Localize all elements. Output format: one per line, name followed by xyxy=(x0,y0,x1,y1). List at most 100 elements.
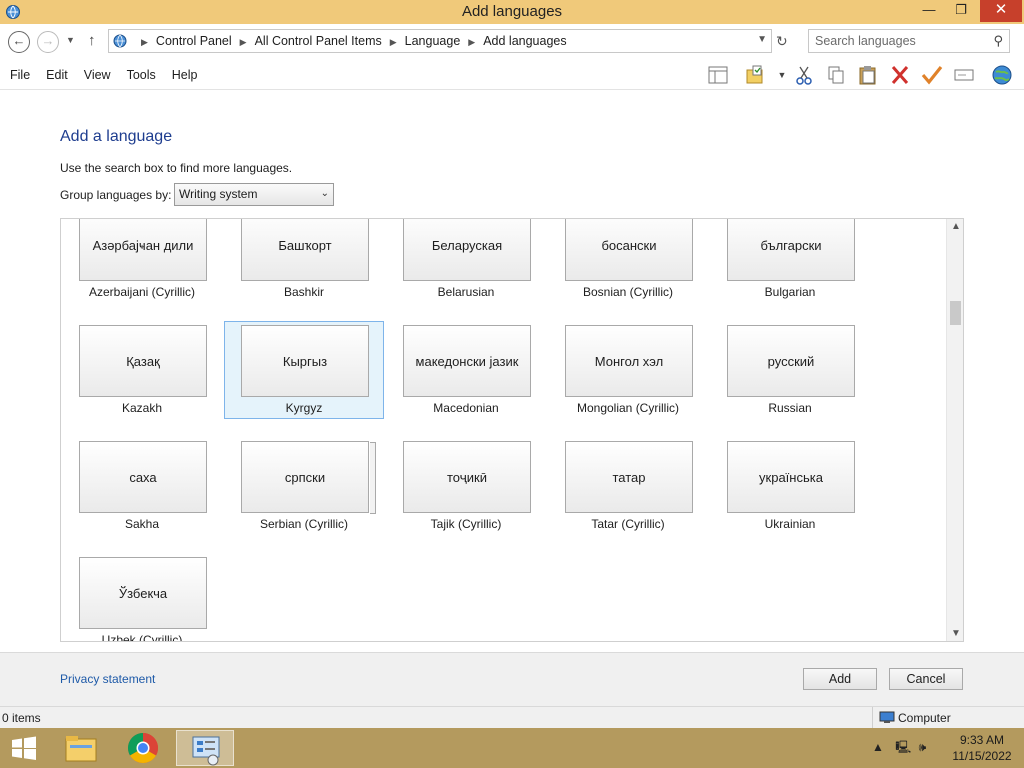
system-tray: ▲ 🖳 🕪 xyxy=(872,738,926,759)
breadcrumb-separator-icon[interactable]: ▶ xyxy=(390,37,397,47)
breadcrumb-add-languages[interactable]: Add languages xyxy=(483,34,566,48)
search-input[interactable] xyxy=(815,31,985,51)
language-native-name[interactable]: Башҡорт xyxy=(241,219,369,281)
refresh-button[interactable]: ↻ xyxy=(776,33,788,50)
language-native-name[interactable]: Ўзбекча xyxy=(79,557,207,629)
taskbar-file-explorer[interactable] xyxy=(52,730,110,766)
menu-bar: File Edit View Tools Help ▼ xyxy=(0,60,1024,90)
language-english-name: Bashkir xyxy=(283,285,324,299)
copy-icon[interactable] xyxy=(824,64,848,86)
language-english-name: Azerbaijani (Cyrillic) xyxy=(88,285,196,299)
language-native-name[interactable]: македонски јазик xyxy=(403,325,531,397)
language-native-name[interactable]: српски xyxy=(241,441,376,514)
language-tile[interactable]: тоҷикӣ Tajik (Cyrillic) xyxy=(386,437,546,535)
cut-icon[interactable] xyxy=(792,64,816,86)
search-icon[interactable]: ⚲ xyxy=(993,33,1003,49)
page-title: Add a language xyxy=(60,128,173,145)
forward-button[interactable]: → xyxy=(37,31,59,53)
properties-folder-icon[interactable] xyxy=(744,64,768,86)
group-by-value: Writing system xyxy=(179,187,258,201)
maximize-button[interactable]: ❐ xyxy=(946,0,976,22)
clock[interactable]: 9:33 AM 11/15/2022 xyxy=(944,732,1020,764)
file-explorer-icon xyxy=(65,736,97,762)
language-tile[interactable]: Монгол хэл Mongolian (Cyrillic) xyxy=(548,321,708,419)
language-tile[interactable]: українська Ukrainian xyxy=(710,437,870,535)
rename-icon[interactable] xyxy=(952,64,976,86)
toolbar: ▼ xyxy=(700,62,1024,88)
privacy-statement-link[interactable]: Privacy statement xyxy=(60,672,155,686)
language-native-name[interactable]: татар xyxy=(565,441,693,513)
language-native-name[interactable]: Монгол хэл xyxy=(565,325,693,397)
menu-tools[interactable]: Tools xyxy=(127,68,156,82)
language-tile[interactable]: босански Bosnian (Cyrillic) xyxy=(548,219,708,303)
close-button[interactable]: ✕ xyxy=(980,0,1022,22)
menu-view[interactable]: View xyxy=(84,68,111,82)
back-button[interactable]: ← xyxy=(8,31,30,53)
language-tile[interactable]: Ўзбекча Uzbek (Cyrillic) xyxy=(62,553,222,641)
language-tile[interactable]: саха Sakha xyxy=(62,437,222,535)
breadcrumb-separator-icon[interactable]: ▶ xyxy=(240,37,247,47)
group-by-select[interactable]: Writing system ⌄ xyxy=(174,183,334,206)
language-native-name[interactable]: български xyxy=(727,219,855,281)
vertical-scrollbar[interactable]: ▲ ▼ xyxy=(946,219,963,641)
language-native-name[interactable]: Беларуская xyxy=(403,219,531,281)
windows-start-icon[interactable] xyxy=(10,736,38,760)
breadcrumb-control-panel[interactable]: Control Panel xyxy=(156,34,232,48)
breadcrumb-separator-icon[interactable]: ▶ xyxy=(468,37,475,47)
scroll-thumb[interactable] xyxy=(950,301,961,325)
cancel-button[interactable]: Cancel xyxy=(889,668,963,690)
language-native-name[interactable]: саха xyxy=(79,441,207,513)
taskbar-control-panel[interactable] xyxy=(176,730,234,766)
address-bar[interactable]: ▶ Control Panel ▶ All Control Panel Items ▶ L… xyxy=(108,29,772,53)
language-tile[interactable]: Беларуская Belarusian xyxy=(386,219,546,303)
recent-pages-dropdown[interactable]: ▼ xyxy=(66,35,75,45)
pane-icon[interactable] xyxy=(706,64,730,86)
language-tile[interactable]: македонски јазик Macedonian xyxy=(386,321,546,419)
add-button[interactable]: Add xyxy=(803,668,877,690)
breadcrumb-separator-icon[interactable]: ▶ xyxy=(141,37,148,47)
language-english-name: Bosnian (Cyrillic) xyxy=(582,285,674,299)
content-area: Add a language Use the search box to fin… xyxy=(0,90,1024,652)
language-tile[interactable]: Кыргыз Kyrgyz xyxy=(224,321,384,419)
globe-icon[interactable] xyxy=(990,64,1014,86)
language-native-name[interactable]: русский xyxy=(727,325,855,397)
menu-help[interactable]: Help xyxy=(172,68,198,82)
properties-dropdown-icon[interactable]: ▼ xyxy=(770,64,794,86)
language-tile[interactable]: Қазақ Kazakh xyxy=(62,321,222,419)
language-tile[interactable]: български Bulgarian xyxy=(710,219,870,303)
language-english-name: Tatar (Cyrillic) xyxy=(591,517,665,531)
language-native-name[interactable]: Азәрбајҹан дили xyxy=(79,219,207,281)
language-english-name: Kazakh xyxy=(121,401,163,415)
paste-icon[interactable] xyxy=(856,64,880,86)
language-tile[interactable]: татар Tatar (Cyrillic) xyxy=(548,437,708,535)
language-tile[interactable]: српски Serbian (Cyrillic) xyxy=(224,437,384,535)
language-tile[interactable]: Азәрбајҹан дили Azerbaijani (Cyrillic) xyxy=(62,219,222,303)
search-box[interactable]: ⚲ xyxy=(808,29,1010,53)
up-button[interactable]: ↑ xyxy=(88,32,96,49)
language-native-name[interactable]: тоҷикӣ xyxy=(403,441,531,513)
scroll-down-icon[interactable]: ▼ xyxy=(951,628,961,639)
computer-icon xyxy=(879,711,895,723)
language-tile[interactable]: русский Russian xyxy=(710,321,870,419)
menu-file[interactable]: File xyxy=(10,68,30,82)
volume-icon[interactable]: 🕪 xyxy=(919,740,927,754)
delete-icon[interactable] xyxy=(888,64,912,86)
language-native-name[interactable]: Кыргыз xyxy=(241,325,369,397)
language-tile[interactable]: Башҡорт Bashkir xyxy=(224,219,384,303)
check-icon[interactable] xyxy=(920,64,944,86)
breadcrumb-language[interactable]: Language xyxy=(405,34,461,48)
taskbar-chrome[interactable] xyxy=(114,730,172,766)
scroll-up-icon[interactable]: ▲ xyxy=(951,221,961,232)
network-icon[interactable]: 🖳 xyxy=(895,740,911,754)
language-english-name: Mongolian (Cyrillic) xyxy=(576,401,680,415)
menu-edit[interactable]: Edit xyxy=(46,68,68,82)
address-dropdown-icon[interactable]: ▼ xyxy=(757,34,767,45)
language-native-name[interactable]: босански xyxy=(565,219,693,281)
language-english-name: Ukrainian xyxy=(764,517,816,531)
show-hidden-icons-icon[interactable]: ▲ xyxy=(872,740,884,754)
language-list[interactable]: Азәрбајҹан дили Azerbaijani (Cyrillic) Баш… xyxy=(60,218,964,642)
breadcrumb-all-items[interactable]: All Control Panel Items xyxy=(255,34,382,48)
minimize-button[interactable]: — xyxy=(914,0,944,22)
language-native-name[interactable]: українська xyxy=(727,441,855,513)
language-native-name[interactable]: Қазақ xyxy=(79,325,207,397)
